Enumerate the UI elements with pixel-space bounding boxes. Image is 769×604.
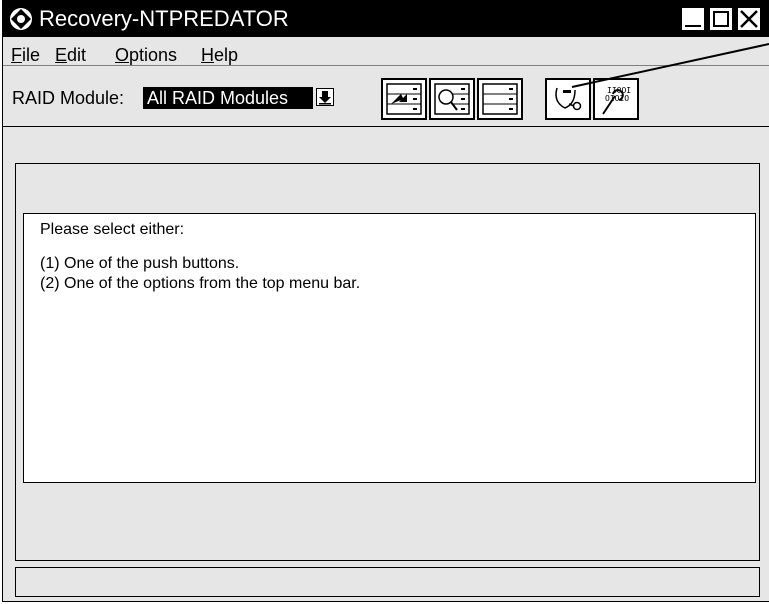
callout-line	[571, 43, 769, 88]
